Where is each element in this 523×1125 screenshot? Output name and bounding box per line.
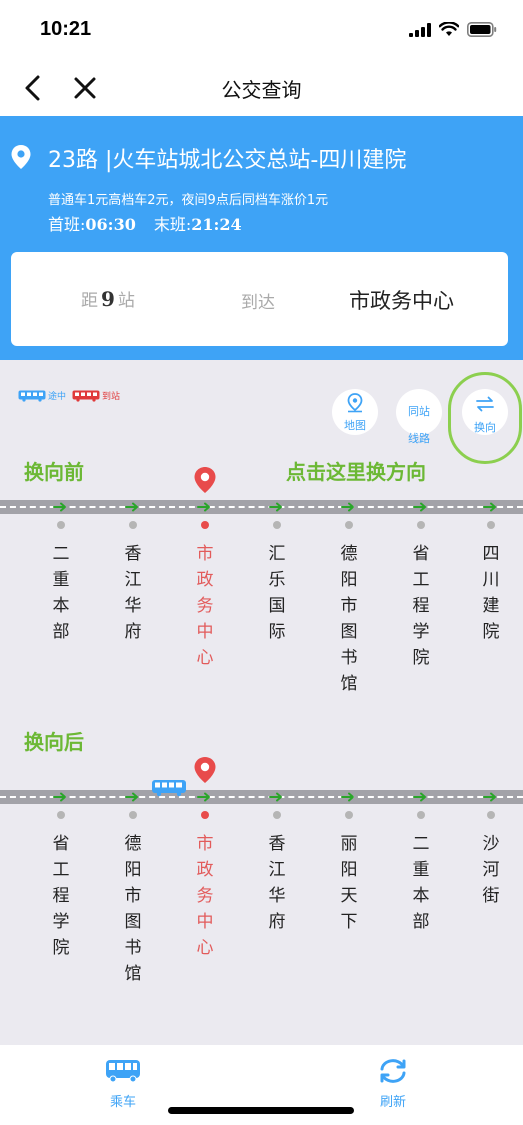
direction-arrow-icon <box>413 792 426 802</box>
battery-icon <box>467 22 497 37</box>
nav-bar: 公交查询 <box>0 60 523 116</box>
tab-ride-label: 乘车 <box>109 1095 136 1110</box>
annotation-before: 换向前 <box>24 460 84 484</box>
stop-dot <box>273 811 281 819</box>
direction-arrow-icon <box>53 792 66 802</box>
direction-arrow-icon <box>53 502 66 512</box>
status-icons <box>409 22 497 37</box>
tab-refresh[interactable]: 刷新 <box>363 1059 423 1110</box>
page-title: 公交查询 <box>221 78 302 102</box>
bus-icon <box>106 1060 140 1083</box>
stop-dot <box>57 521 65 529</box>
stops-away-prefix: 距 <box>81 291 98 311</box>
stop-name[interactable]: 四川建院 <box>479 541 503 645</box>
status-bar: 10:21 <box>0 0 523 60</box>
tab-refresh-label: 刷新 <box>379 1095 406 1110</box>
stop-dot <box>417 521 425 529</box>
stop-dot <box>273 521 281 529</box>
stop-dot <box>345 521 353 529</box>
first-bus-label: 首班: <box>48 215 86 234</box>
direction-arrow-icon <box>413 502 426 512</box>
stop-dot <box>57 811 65 819</box>
status-time: 10:21 <box>40 18 92 40</box>
map-label: 地图 <box>344 419 366 432</box>
location-pin-icon <box>11 145 31 169</box>
annotation-after: 换向后 <box>24 730 84 754</box>
route-track <box>0 790 523 804</box>
stop-dot <box>201 521 209 529</box>
current-stop-pin-icon <box>194 467 216 493</box>
stop-name[interactable]: 香江华府 <box>121 541 145 645</box>
stop-name[interactable]: 省工程学院 <box>49 831 73 961</box>
refresh-icon <box>380 1059 406 1083</box>
stop-name[interactable]: 丽阳天下 <box>337 831 361 935</box>
wifi-icon <box>439 22 459 36</box>
stop-dot <box>129 811 137 819</box>
direction-arrow-icon <box>197 502 210 512</box>
stop-name[interactable]: 市政务中心 <box>193 831 217 961</box>
direction-arrow-icon <box>197 792 210 802</box>
last-bus-label: 末班: <box>153 215 192 234</box>
direction-arrow-icon <box>341 792 354 802</box>
stop-name[interactable]: 汇乐国际 <box>265 541 289 645</box>
route-price: 普通车1元高档车2元，夜间9点后同档车涨价1元 <box>48 193 329 208</box>
stop-dot <box>201 811 209 819</box>
stop-name[interactable]: 市政务中心 <box>193 541 217 671</box>
first-bus-time: 06:30 <box>85 215 136 234</box>
last-bus-time: 21:24 <box>191 215 242 234</box>
direction-arrow-icon <box>483 792 496 802</box>
route-name: 23路 |火车站城北公交总站-四川建院 <box>48 148 407 173</box>
home-indicator <box>168 1107 354 1114</box>
stop-dot <box>487 521 495 529</box>
same-station-lines-button[interactable]: 同站 线路 <box>396 389 442 445</box>
route-times: 首班:06:30 末班:21:24 <box>48 211 242 235</box>
current-stop-pin-icon <box>194 757 216 783</box>
cellular-signal-icon <box>409 22 431 37</box>
bus-arrived-icon <box>72 390 100 402</box>
tab-ride[interactable]: 乘车 <box>93 1059 153 1110</box>
arrive-label: 到达 <box>241 293 275 313</box>
destination-stop[interactable]: 市政务中心 <box>349 285 454 315</box>
stop-name[interactable]: 德阳市图书馆 <box>337 541 361 697</box>
stop-dot <box>487 811 495 819</box>
stop-name[interactable]: 省工程学院 <box>409 541 433 671</box>
map-button[interactable]: 地图 <box>332 389 378 435</box>
lines-label: 线路 <box>408 432 430 445</box>
direction-arrow-icon <box>269 502 282 512</box>
stop-name[interactable]: 香江华府 <box>265 831 289 935</box>
stop-name[interactable]: 二重本部 <box>49 541 73 645</box>
direction-arrow-icon <box>483 502 496 512</box>
bus-position-icon <box>152 780 186 797</box>
stop-name[interactable]: 德阳市图书馆 <box>121 831 145 987</box>
bus-on-way-icon <box>18 390 46 402</box>
direction-arrow-icon <box>125 502 138 512</box>
stops-away-count: 9 <box>101 287 115 311</box>
arrival-card: 距9站 到达 市政务中心 <box>11 252 508 346</box>
stop-name[interactable]: 二重本部 <box>409 831 433 935</box>
map-pin-icon <box>347 393 363 413</box>
direction-arrow-icon <box>341 502 354 512</box>
annotation-tap-here: 点击这里换方向 <box>286 460 426 484</box>
direction-arrow-icon <box>125 792 138 802</box>
stops-away-suffix: 站 <box>117 291 135 311</box>
stop-dot <box>345 811 353 819</box>
same-station-label: 同站 <box>408 405 430 418</box>
route-header: 23路 |火车站城北公交总站-四川建院 普通车1元高档车2元，夜间9点后同档车涨… <box>0 116 523 360</box>
bus-legend: 途中 到站 <box>18 389 120 402</box>
stop-name[interactable]: 沙河街 <box>479 831 503 909</box>
legend-on-way: 途中 <box>48 392 67 402</box>
route-track <box>0 500 523 514</box>
stop-dot <box>129 521 137 529</box>
stops-away: 距9站 <box>81 286 135 311</box>
swap-highlight-ring <box>448 372 522 464</box>
legend-arrived: 到站 <box>102 392 121 402</box>
direction-arrow-icon <box>269 792 282 802</box>
stop-dot <box>417 811 425 819</box>
